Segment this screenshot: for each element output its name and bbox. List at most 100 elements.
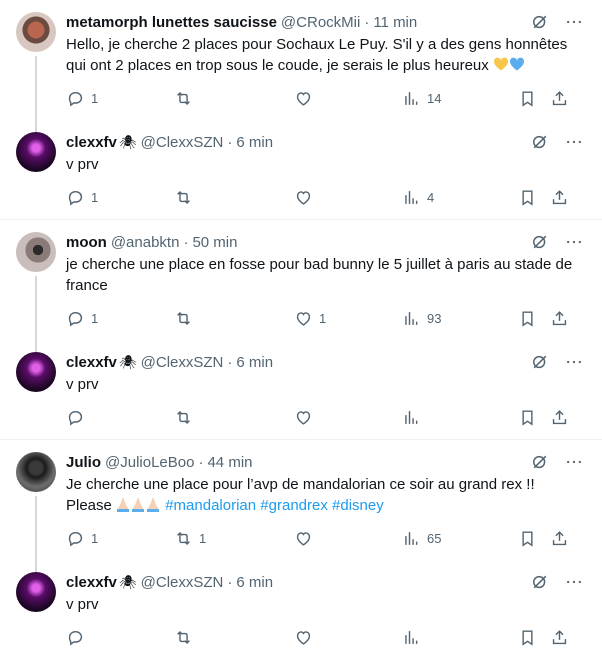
avatar[interactable] bbox=[16, 12, 56, 52]
like-icon bbox=[294, 628, 313, 647]
bookmark-button[interactable] bbox=[518, 89, 550, 108]
author-name[interactable]: clexxfv bbox=[66, 574, 117, 591]
tweet[interactable]: moon @anabktn · 50 min je cherche une pl… bbox=[0, 220, 602, 352]
retweet-count: 1 bbox=[199, 530, 207, 546]
bookmark-button[interactable] bbox=[518, 628, 550, 647]
more-icon[interactable] bbox=[564, 572, 584, 592]
views-button[interactable] bbox=[402, 408, 518, 427]
share-button[interactable] bbox=[550, 628, 570, 647]
tweet-header: moon @anabktn · 50 min bbox=[66, 232, 586, 252]
reply-button[interactable]: 1 bbox=[66, 309, 174, 328]
like-button[interactable] bbox=[294, 628, 402, 647]
reply-button[interactable]: 1 bbox=[66, 188, 174, 207]
reply-tweet[interactable]: clexxfv 🕷 @ClexxSZN · 6 min v prv bbox=[0, 340, 602, 439]
views-button[interactable]: 14 bbox=[402, 89, 518, 108]
grok-icon[interactable] bbox=[530, 352, 550, 372]
views-button[interactable]: 93 bbox=[402, 309, 518, 328]
timestamp[interactable]: 6 min bbox=[236, 134, 273, 151]
timestamp[interactable]: 6 min bbox=[236, 354, 273, 371]
separator-dot: · bbox=[198, 453, 204, 471]
avatar[interactable] bbox=[16, 232, 56, 272]
views-button[interactable] bbox=[402, 628, 518, 647]
reply-button[interactable] bbox=[66, 628, 174, 647]
grok-icon[interactable] bbox=[530, 12, 550, 32]
share-button[interactable] bbox=[550, 89, 570, 108]
retweet-button[interactable] bbox=[174, 89, 294, 108]
more-icon[interactable] bbox=[564, 352, 584, 372]
action-bar: 1 4 bbox=[66, 175, 586, 219]
grok-icon[interactable] bbox=[530, 452, 550, 472]
retweet-button[interactable] bbox=[174, 408, 294, 427]
grok-icon[interactable] bbox=[530, 132, 550, 152]
hashtag-link[interactable]: #mandalorian bbox=[165, 497, 256, 514]
retweet-button[interactable] bbox=[174, 628, 294, 647]
author-name[interactable]: metamorph lunettes saucisse bbox=[66, 14, 277, 31]
hashtag-link[interactable]: #disney bbox=[332, 497, 384, 514]
reply-button[interactable]: 1 bbox=[66, 89, 174, 108]
timestamp[interactable]: 50 min bbox=[192, 234, 237, 251]
more-icon[interactable] bbox=[564, 12, 584, 32]
header-icons bbox=[530, 12, 586, 32]
share-button[interactable] bbox=[550, 408, 570, 427]
author-handle[interactable]: @ClexxSZN bbox=[141, 574, 224, 591]
author-name[interactable]: clexxfv bbox=[66, 134, 117, 151]
like-button[interactable] bbox=[294, 529, 402, 548]
author-name[interactable]: clexxfv bbox=[66, 354, 117, 371]
reply-button[interactable]: 1 bbox=[66, 529, 174, 548]
more-icon[interactable] bbox=[564, 452, 584, 472]
author-name[interactable]: moon bbox=[66, 234, 107, 251]
bookmark-icon bbox=[518, 309, 537, 328]
author-handle[interactable]: @anabktn bbox=[111, 234, 180, 251]
reply-tweet[interactable]: clexxfv 🕷 @ClexxSZN · 6 min v prv bbox=[0, 560, 602, 659]
author-handle[interactable]: @ClexxSZN bbox=[141, 354, 224, 371]
avatar[interactable] bbox=[16, 452, 56, 492]
avatar[interactable] bbox=[16, 352, 56, 392]
grok-icon[interactable] bbox=[530, 232, 550, 252]
author-handle[interactable]: @ClexxSZN bbox=[141, 134, 224, 151]
bookmark-button[interactable] bbox=[518, 529, 550, 548]
header-icons bbox=[530, 452, 586, 472]
retweet-button[interactable] bbox=[174, 188, 294, 207]
share-button[interactable] bbox=[550, 309, 570, 328]
reply-icon bbox=[66, 529, 85, 548]
reply-tweet[interactable]: clexxfv 🕷 @ClexxSZN · 6 min v prv 1 4 bbox=[0, 120, 602, 219]
author-name[interactable]: Julio bbox=[66, 454, 101, 471]
bookmark-button[interactable] bbox=[518, 309, 550, 328]
views-icon bbox=[402, 408, 421, 427]
avatar[interactable] bbox=[16, 132, 56, 172]
tweet-header: clexxfv 🕷 @ClexxSZN · 6 min bbox=[66, 352, 586, 372]
like-button[interactable] bbox=[294, 408, 402, 427]
more-icon[interactable] bbox=[564, 232, 584, 252]
tweet-content: Julio @JulioLeBoo · 44 min Je cherche un… bbox=[66, 452, 586, 560]
views-button[interactable]: 65 bbox=[402, 529, 518, 548]
timestamp[interactable]: 11 min bbox=[373, 14, 417, 31]
like-button[interactable] bbox=[294, 89, 402, 108]
grok-icon[interactable] bbox=[530, 572, 550, 592]
avatar[interactable] bbox=[16, 572, 56, 612]
retweet-icon bbox=[174, 188, 193, 207]
tweet-content: metamorph lunettes saucisse @CRockMii · … bbox=[66, 12, 586, 120]
retweet-icon bbox=[174, 529, 193, 548]
views-icon bbox=[402, 188, 421, 207]
timestamp[interactable]: 6 min bbox=[236, 574, 273, 591]
views-button[interactable]: 4 bbox=[402, 188, 518, 207]
hashtag-link[interactable]: #grandrex bbox=[260, 497, 328, 514]
share-button[interactable] bbox=[550, 529, 570, 548]
share-button[interactable] bbox=[550, 188, 570, 207]
author-handle[interactable]: @CRockMii bbox=[281, 14, 360, 31]
tweet[interactable]: Julio @JulioLeBoo · 44 min Je cherche un… bbox=[0, 440, 602, 572]
reply-button[interactable] bbox=[66, 408, 174, 427]
like-button[interactable]: 1 bbox=[294, 309, 402, 328]
tweet[interactable]: metamorph lunettes saucisse @CRockMii · … bbox=[0, 0, 602, 132]
more-icon[interactable] bbox=[564, 132, 584, 152]
timestamp[interactable]: 44 min bbox=[207, 454, 252, 471]
author-handle[interactable]: @JulioLeBoo bbox=[105, 454, 194, 471]
bookmark-button[interactable] bbox=[518, 188, 550, 207]
retweet-button[interactable] bbox=[174, 309, 294, 328]
bookmark-button[interactable] bbox=[518, 408, 550, 427]
views-count: 14 bbox=[427, 90, 442, 106]
like-button[interactable] bbox=[294, 188, 402, 207]
bookmark-icon bbox=[518, 529, 537, 548]
retweet-button[interactable]: 1 bbox=[174, 529, 294, 548]
header-icons bbox=[530, 132, 586, 152]
